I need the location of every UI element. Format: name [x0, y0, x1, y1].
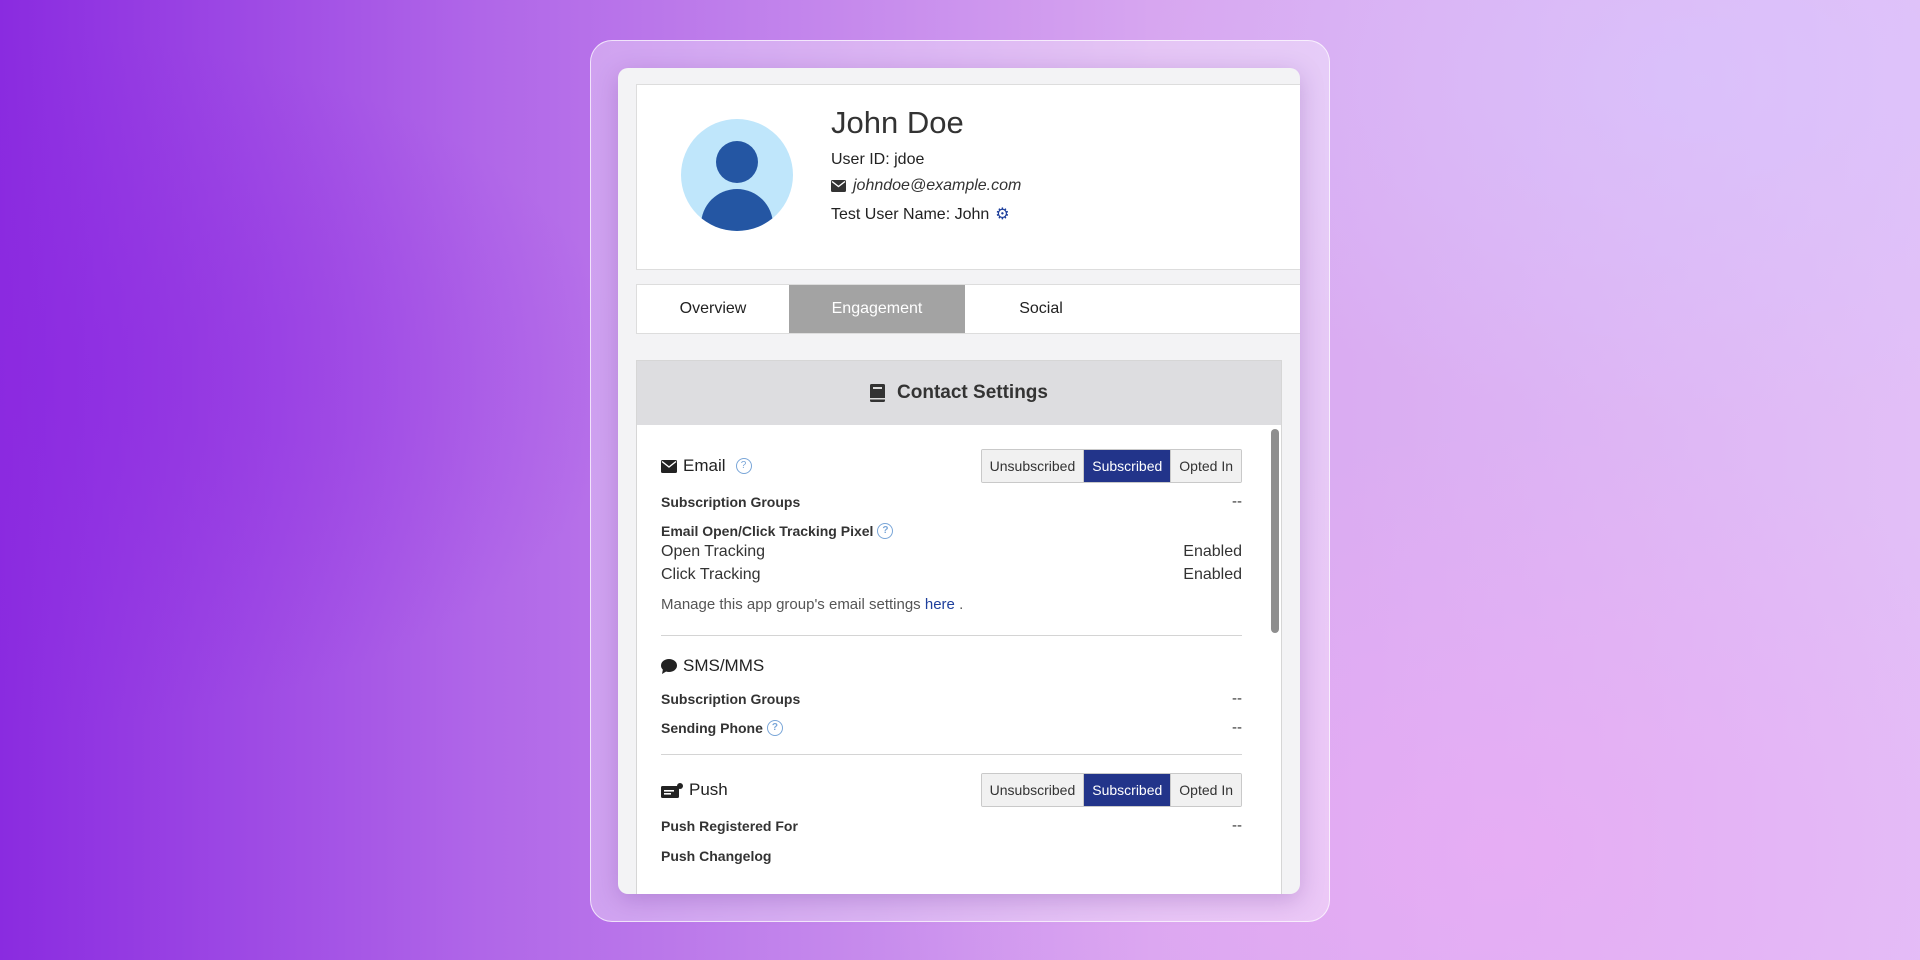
contact-settings-title: Contact Settings [897, 382, 1048, 403]
envelope-icon [661, 459, 677, 473]
help-icon[interactable]: ? [877, 523, 894, 539]
section-divider [661, 754, 1242, 755]
avatar-head [716, 141, 758, 183]
test-user-text: Test User Name: John [831, 206, 990, 223]
tab-overview[interactable]: Overview [637, 285, 789, 333]
avatar [681, 119, 793, 231]
sending-phone-value: -- [1232, 719, 1242, 736]
push-subscription-toggle: Unsubscribed Subscribed Opted In [980, 773, 1242, 807]
user-id: User ID: jdoe [831, 151, 925, 168]
tracking-pixel-label: Email Open/Click Tracking Pixel ? [661, 523, 894, 539]
avatar-body [701, 189, 773, 231]
click-tracking-value: Enabled [1183, 566, 1242, 583]
sms-subscription-groups-value: -- [1232, 690, 1242, 707]
email-subscription-toggle: Unsubscribed Subscribed Opted In [980, 449, 1242, 483]
contact-settings-panel: Contact Settings Email ? Unsubscribed Su… [636, 360, 1282, 894]
manage-end: . [959, 596, 964, 613]
manage-here-link[interactable]: here [925, 596, 955, 613]
manage-email-settings: Manage this app group's email settings h… [661, 596, 1242, 613]
sms-subscription-groups-label: Subscription Groups [661, 690, 801, 707]
section-divider [661, 635, 1242, 636]
manage-text: Manage this app group's email settings [661, 596, 921, 613]
tab-social[interactable]: Social [965, 285, 1117, 333]
push-section-header: Push Unsubscribed Subscribed Opted In [661, 773, 1242, 807]
push-notification-icon [661, 782, 683, 798]
chat-bubble-icon [661, 658, 677, 674]
email-section-title: Email ? [661, 456, 752, 476]
email-opted-in-option[interactable]: Opted In [1171, 450, 1241, 482]
sms-subscription-groups-row: Subscription Groups -- [661, 690, 1242, 707]
profile-tabs: Overview Engagement Social [636, 284, 1300, 334]
user-profile-card: John Doe User ID: jdoe johndoe@example.c… [618, 68, 1300, 894]
push-title: Push [689, 780, 728, 799]
click-tracking-row: Click Tracking Enabled [661, 566, 1242, 584]
email-text: johndoe@example.com [853, 177, 1022, 194]
open-tracking-label: Open Tracking [661, 543, 766, 560]
email-subscribed-option[interactable]: Subscribed [1084, 450, 1172, 482]
tab-engagement[interactable]: Engagement [789, 285, 965, 333]
open-tracking-value: Enabled [1183, 543, 1242, 560]
email-subscription-groups-value: -- [1232, 493, 1242, 510]
user-name: John Doe [831, 105, 964, 140]
push-registered-row: Push Registered For -- [661, 817, 1242, 834]
push-registered-label: Push Registered For [661, 817, 798, 834]
email-title: Email [683, 456, 726, 475]
push-unsubscribed-option[interactable]: Unsubscribed [981, 774, 1085, 806]
push-opted-in-option[interactable]: Opted In [1171, 774, 1241, 806]
sending-phone-label: Sending Phone ? [661, 719, 783, 736]
push-section-title: Push [661, 780, 728, 800]
test-user-name: Test User Name: John ⚙ [831, 206, 1010, 224]
sending-phone-text: Sending Phone [661, 719, 763, 736]
user-email: johndoe@example.com [831, 177, 1021, 195]
push-changelog-row: Push Changelog [661, 848, 1242, 864]
push-subscribed-option[interactable]: Subscribed [1084, 774, 1172, 806]
sms-section-title: SMS/MMS [661, 656, 1242, 676]
push-registered-value: -- [1232, 817, 1242, 834]
push-changelog-label: Push Changelog [661, 848, 772, 864]
contact-settings-body: Email ? Unsubscribed Subscribed Opted In… [637, 449, 1281, 864]
tracking-pixel-text: Email Open/Click Tracking Pixel [661, 523, 874, 539]
book-icon [870, 384, 886, 402]
contact-settings-header: Contact Settings [637, 361, 1281, 425]
open-tracking-row: Open Tracking Enabled [661, 543, 1242, 561]
email-unsubscribed-option[interactable]: Unsubscribed [981, 450, 1085, 482]
email-subscription-groups-row: Subscription Groups -- [661, 493, 1242, 510]
sending-phone-row: Sending Phone ? -- [661, 719, 1242, 736]
sms-title: SMS/MMS [683, 656, 765, 675]
click-tracking-label: Click Tracking [661, 566, 761, 583]
email-section-header: Email ? Unsubscribed Subscribed Opted In [661, 449, 1242, 483]
profile-header: John Doe User ID: jdoe johndoe@example.c… [636, 84, 1300, 270]
email-subscription-groups-label: Subscription Groups [661, 493, 801, 510]
gear-icon[interactable]: ⚙ [995, 207, 1009, 223]
help-icon[interactable]: ? [735, 458, 752, 474]
envelope-icon [831, 180, 846, 192]
tracking-pixel-row: Email Open/Click Tracking Pixel ? [661, 523, 1242, 539]
help-icon[interactable]: ? [766, 719, 783, 736]
